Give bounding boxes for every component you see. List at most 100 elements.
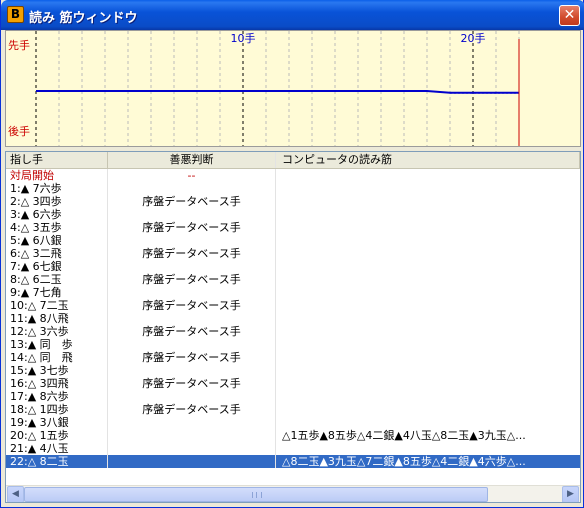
table-row[interactable]: 13:▲ 同 歩 (6, 338, 580, 351)
table-row[interactable]: 12:△ 3六歩 序盤データベース手 (6, 325, 580, 338)
evaluation-cell: -- (108, 169, 276, 182)
move-cell: 9:▲ 7七角 (6, 286, 108, 299)
table-row[interactable]: 対局開始 -- (6, 169, 580, 182)
scroll-left-button[interactable]: ◀ (7, 486, 24, 502)
evaluation-cell (108, 364, 276, 377)
evaluation-cell: 序盤データベース手 (108, 403, 276, 416)
table-row[interactable]: 14:△ 同 飛序盤データベース手 (6, 351, 580, 364)
reading-cell (276, 338, 580, 351)
evaluation-graph[interactable]: 10手 20手 先手 後手 (5, 30, 581, 147)
table-row[interactable]: 3:▲ 6六歩 (6, 208, 580, 221)
reading-cell (276, 403, 580, 416)
table-row[interactable]: 6:△ 3二飛 序盤データベース手 (6, 247, 580, 260)
table-row[interactable]: 21:▲ 4八玉 (6, 442, 580, 455)
table-row[interactable]: 9:▲ 7七角 (6, 286, 580, 299)
table-row[interactable]: 15:▲ 3七歩 (6, 364, 580, 377)
reading-cell (276, 273, 580, 286)
evaluation-cell: 序盤データベース手 (108, 325, 276, 338)
table-row[interactable]: 5:▲ 6八銀 (6, 234, 580, 247)
table-row[interactable]: 17:▲ 8六歩 (6, 390, 580, 403)
move-cell: 11:▲ 8八飛 (6, 312, 108, 325)
table-row[interactable]: 22:△ 8二玉 △8二玉▲3九玉△7二銀▲8五歩△4二銀▲4六歩△... (6, 455, 580, 468)
evaluation-cell (108, 260, 276, 273)
move-cell: 4:△ 3五歩 (6, 221, 108, 234)
evaluation-graph-svg: 10手 20手先手後手 (8, 31, 520, 146)
evaluation-cell (108, 390, 276, 403)
column-header-row: 指し手 善悪判断 コンピュータの読み筋 (6, 152, 580, 169)
move-list[interactable]: 指し手 善悪判断 コンピュータの読み筋 対局開始 -- 1:▲ 7六歩 2:△ 3四歩… (5, 151, 581, 503)
evaluation-cell: 序盤データベース手 (108, 247, 276, 260)
evaluation-cell (108, 286, 276, 299)
move-cell: 1:▲ 7六歩 (6, 182, 108, 195)
evaluation-cell (108, 416, 276, 429)
reading-cell: △1五歩▲8五歩△4二銀▲4八玉△8二玉▲3九玉△... (282, 429, 526, 442)
reading-cell (276, 351, 580, 364)
column-header-move[interactable]: 指し手 (6, 152, 108, 168)
reading-cell (276, 416, 580, 429)
window-title: 読み 筋ウィンドウ (29, 11, 138, 26)
x-tick-label: 10手 (231, 31, 256, 45)
move-cell: 6:△ 3二飛 (6, 247, 108, 260)
app-icon: B (7, 6, 24, 23)
move-cell: 15:▲ 3七歩 (6, 364, 108, 377)
evaluation-cell (108, 338, 276, 351)
move-cell: 3:▲ 6六歩 (6, 208, 108, 221)
table-row[interactable]: 19:▲ 3八銀 (6, 416, 580, 429)
reading-cell (276, 299, 580, 312)
move-cell: 8:△ 6二玉 (6, 273, 108, 286)
table-row[interactable]: 8:△ 6二玉 序盤データベース手 (6, 273, 580, 286)
title-bar[interactable]: B 読み 筋ウィンドウ ✕ (1, 0, 584, 30)
y-label-bottom: 後手 (8, 124, 30, 138)
reading-cell (276, 208, 580, 221)
reading-cell (276, 195, 580, 208)
reading-cell (276, 390, 580, 403)
reading-cell (276, 364, 580, 377)
table-row[interactable]: 11:▲ 8八飛 (6, 312, 580, 325)
move-cell: 17:▲ 8六歩 (6, 390, 108, 403)
table-row[interactable]: 20:△ 1五歩 △1五歩▲8五歩△4二銀▲4八玉△8二玉▲3九玉△... (6, 429, 580, 442)
arrow-right-icon: ▶ (567, 489, 574, 499)
evaluation-cell (108, 429, 276, 442)
horizontal-scrollbar[interactable]: ◀ ▶ (6, 485, 580, 502)
evaluation-cell (108, 442, 276, 455)
move-cell: 10:△ 7二玉 (6, 299, 108, 312)
reading-cell: △8二玉▲3九玉△7二銀▲8五歩△4二銀▲4六歩△... (282, 455, 526, 468)
table-row[interactable]: 16:△ 3四飛 序盤データベース手 (6, 377, 580, 390)
evaluation-cell: 序盤データベース手 (108, 377, 276, 390)
move-cell: 14:△ 同 飛 (6, 351, 108, 364)
move-cell: 19:▲ 3八銀 (6, 416, 108, 429)
scroll-right-button[interactable]: ▶ (562, 486, 579, 502)
reading-cell (276, 182, 580, 195)
move-cell: 2:△ 3四歩 (6, 195, 108, 208)
move-cell: 7:▲ 6七銀 (6, 260, 108, 273)
reading-cell (276, 442, 580, 455)
scroll-thumb[interactable] (24, 487, 488, 502)
move-cell: 5:▲ 6八銀 (6, 234, 108, 247)
table-row[interactable]: 18:△ 1四歩 序盤データベース手 (6, 403, 580, 416)
reading-cell (276, 260, 580, 273)
table-row[interactable]: 7:▲ 6七銀 (6, 260, 580, 273)
table-row[interactable]: 4:△ 3五歩 序盤データベース手 (6, 221, 580, 234)
reading-window: B 読み 筋ウィンドウ ✕ 10手 20手 先手 後手 指し手 善悪判断 コンピュータ… (0, 0, 584, 508)
x-tick-label: 20手 (461, 31, 486, 45)
reading-cell (276, 286, 580, 299)
reading-cell (276, 221, 580, 234)
table-row[interactable]: 2:△ 3四歩 序盤データベース手 (6, 195, 580, 208)
evaluation-cell: 序盤データベース手 (108, 299, 276, 312)
reading-cell (276, 169, 580, 182)
move-rows: 対局開始 -- 1:▲ 7六歩 2:△ 3四歩 序盤データベース手 3:▲ 6六歩 4:△ … (6, 169, 580, 468)
column-header-reading[interactable]: コンピュータの読み筋 (276, 152, 580, 168)
move-cell: 20:△ 1五歩 (6, 429, 108, 442)
evaluation-cell: 序盤データベース手 (108, 351, 276, 364)
table-row[interactable]: 10:△ 7二玉 序盤データベース手 (6, 299, 580, 312)
grip-icon (252, 492, 262, 498)
move-cell: 22:△ 8二玉 (6, 455, 108, 468)
column-header-evaluation[interactable]: 善悪判断 (108, 152, 276, 168)
table-row[interactable]: 1:▲ 7六歩 (6, 182, 580, 195)
reading-cell (276, 325, 580, 338)
evaluation-cell: 序盤データベース手 (108, 221, 276, 234)
move-cell: 18:△ 1四歩 (6, 403, 108, 416)
close-button[interactable]: ✕ (559, 5, 580, 26)
evaluation-cell (108, 182, 276, 195)
evaluation-cell (108, 455, 276, 468)
